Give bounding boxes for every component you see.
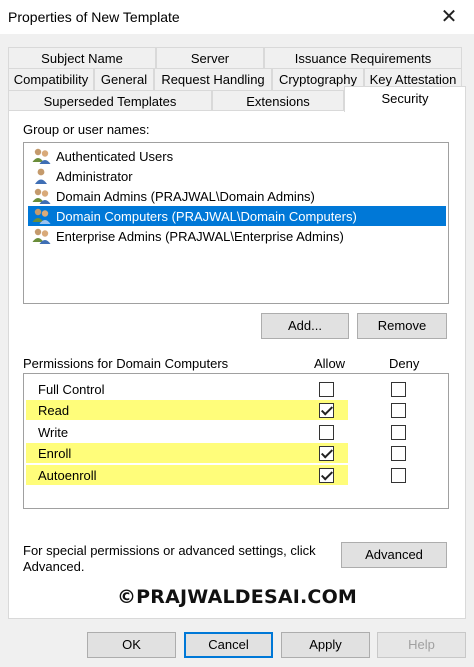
remove-button[interactable]: Remove <box>357 313 447 339</box>
window-title: Properties of New Template <box>8 9 180 25</box>
help-button[interactable]: Help <box>377 632 466 658</box>
deny-header: Deny <box>389 356 420 371</box>
deny-checkbox-enroll[interactable] <box>391 446 406 461</box>
user-name: Enterprise Admins (PRAJWAL\Enterprise Ad… <box>56 228 344 244</box>
tab-security[interactable]: Security <box>344 86 466 112</box>
list-item-enterprise-admins[interactable]: Enterprise Admins (PRAJWAL\Enterprise Ad… <box>28 226 446 246</box>
permissions-label: Permissions for Domain Computers <box>23 356 229 371</box>
group-users-icon <box>31 207 53 225</box>
permission-name: Enroll <box>38 446 72 461</box>
add-button[interactable]: Add... <box>261 313 349 339</box>
users-list[interactable]: Authenticated Users Administrator Domain… <box>23 142 449 304</box>
user-name: Administrator <box>56 168 133 184</box>
close-icon[interactable]: ✕ <box>436 4 462 30</box>
permission-row-autoenroll: Autoenroll <box>24 465 448 486</box>
group-users-icon <box>31 187 53 205</box>
list-item-administrator[interactable]: Administrator <box>28 166 446 186</box>
highlight-marker <box>26 400 348 420</box>
deny-checkbox-read[interactable] <box>391 403 406 418</box>
list-item-domain-computers[interactable]: Domain Computers (PRAJWAL\Domain Compute… <box>28 206 446 226</box>
allow-checkbox-full-control[interactable] <box>319 382 334 397</box>
allow-checkbox-write[interactable] <box>319 425 334 440</box>
permission-row-write: Write <box>24 422 448 443</box>
permission-name: Read <box>38 403 70 418</box>
tab-extensions[interactable]: Extensions <box>212 90 344 112</box>
allow-checkbox-read[interactable] <box>319 403 334 418</box>
tab-superseded-templates[interactable]: Superseded Templates <box>8 90 212 112</box>
tab-request-handling[interactable]: Request Handling <box>154 68 272 90</box>
permission-row-full-control: Full Control <box>24 379 448 400</box>
tab-general[interactable]: General <box>94 68 154 90</box>
deny-checkbox-write[interactable] <box>391 425 406 440</box>
permissions-list: Full Control Read Write Enroll Autoenrol… <box>23 373 449 509</box>
tab-issuance-requirements[interactable]: Issuance Requirements <box>264 47 462 69</box>
tab-server[interactable]: Server <box>156 47 264 69</box>
permission-row-enroll: Enroll <box>24 443 448 464</box>
list-item-authenticated-users[interactable]: Authenticated Users <box>28 146 446 166</box>
advanced-hint-line1: For special permissions or advanced sett… <box>23 543 316 558</box>
user-name: Domain Admins (PRAJWAL\Domain Admins) <box>56 188 315 204</box>
allow-checkbox-autoenroll[interactable] <box>319 468 334 483</box>
tab-subject-name[interactable]: Subject Name <box>8 47 156 69</box>
list-item-domain-admins[interactable]: Domain Admins (PRAJWAL\Domain Admins) <box>28 186 446 206</box>
user-name: Authenticated Users <box>56 148 174 164</box>
permission-name: Autoenroll <box>38 468 97 483</box>
user-name: Domain Computers (PRAJWAL\Domain Compute… <box>56 208 357 224</box>
permission-row-read: Read <box>24 400 448 421</box>
ok-button[interactable]: OK <box>87 632 176 658</box>
permission-name: Full Control <box>38 382 105 397</box>
permission-name: Write <box>38 425 69 440</box>
user-icon <box>31 167 53 185</box>
allow-header: Allow <box>314 356 346 371</box>
apply-button[interactable]: Apply <box>281 632 370 658</box>
cancel-button[interactable]: Cancel <box>184 632 273 658</box>
tab-compatibility[interactable]: Compatibility <box>8 68 94 90</box>
allow-checkbox-enroll[interactable] <box>319 446 334 461</box>
advanced-button[interactable]: Advanced <box>341 542 447 568</box>
group-users-icon <box>31 147 53 165</box>
group-or-user-names-label: Group or user names: <box>23 122 150 137</box>
group-users-icon <box>31 227 53 245</box>
deny-checkbox-autoenroll[interactable] <box>391 468 406 483</box>
deny-checkbox-full-control[interactable] <box>391 382 406 397</box>
highlight-marker <box>26 443 348 463</box>
watermark: ©PRAJWALDESAI.COM <box>116 586 358 608</box>
advanced-hint-line2: Advanced. <box>23 559 85 574</box>
